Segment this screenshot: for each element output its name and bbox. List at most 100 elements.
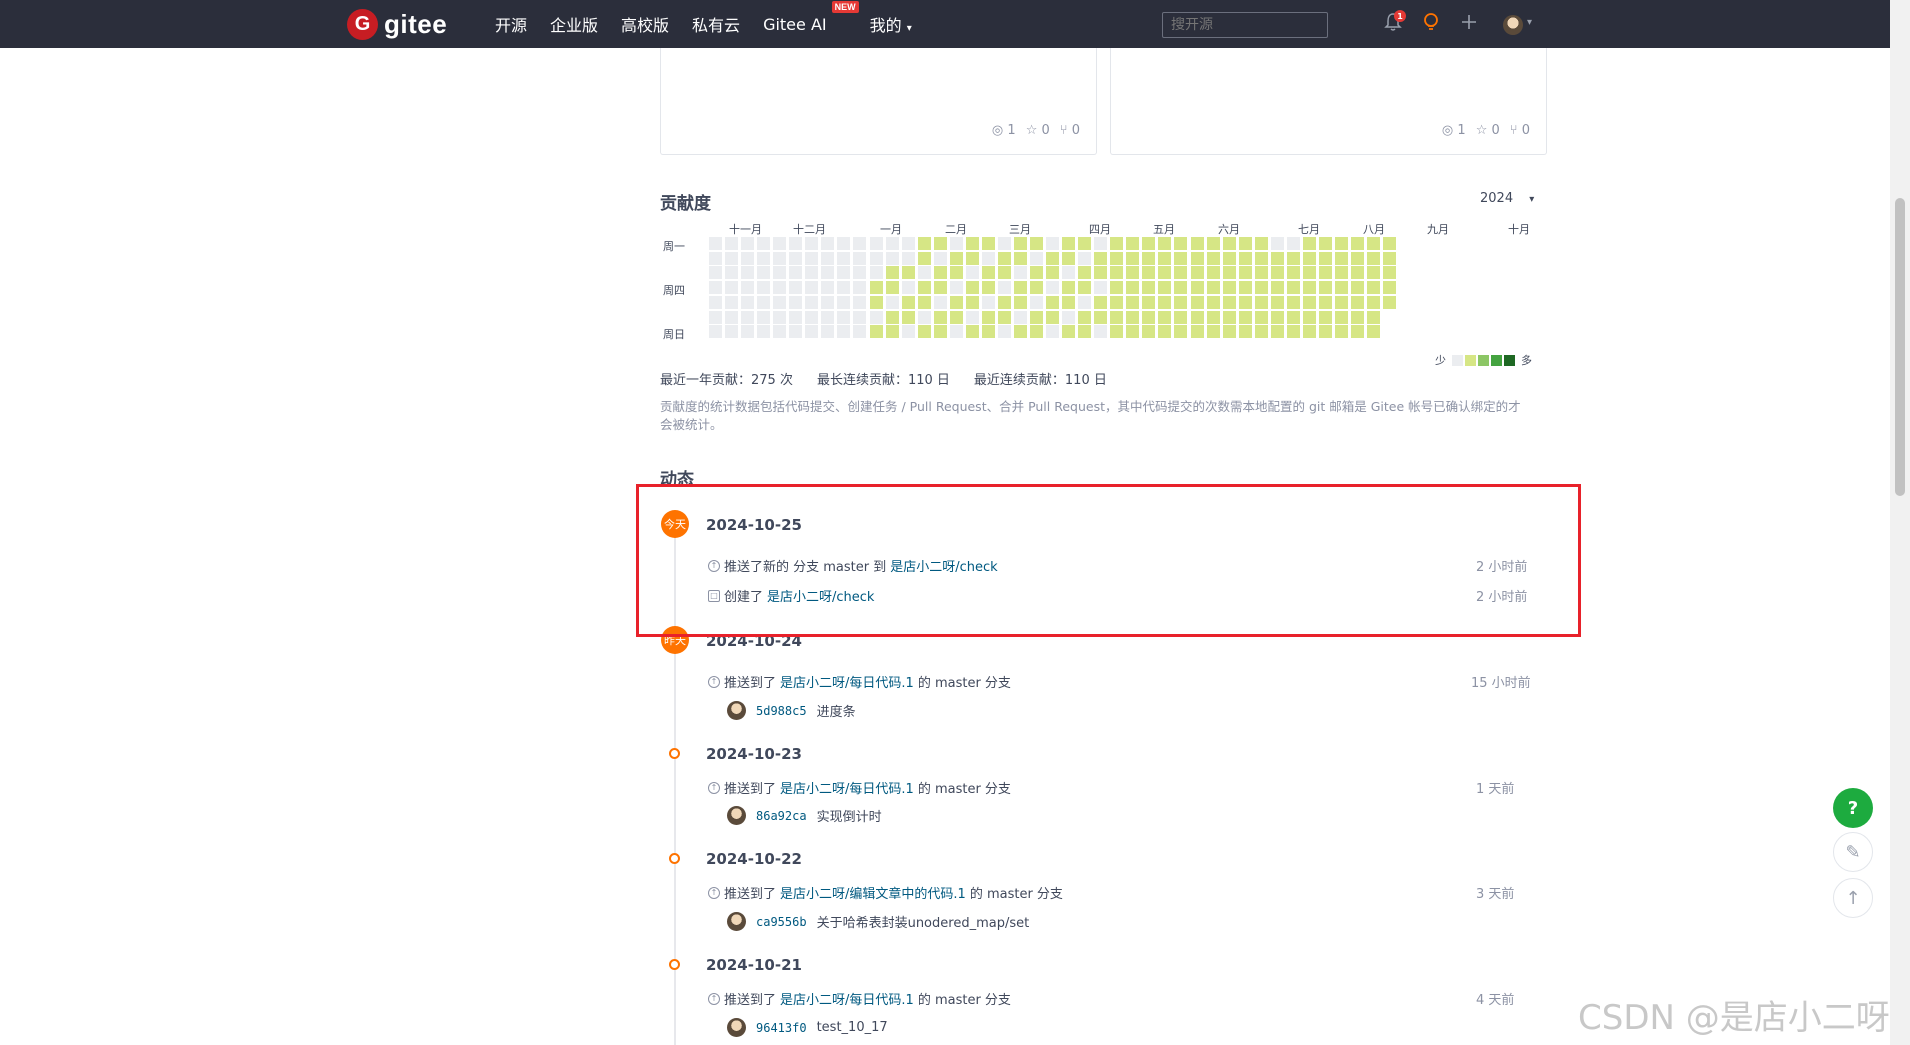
plus-icon[interactable] xyxy=(1460,12,1478,37)
heatmap-cell[interactable] xyxy=(1254,281,1268,295)
heatmap-cell[interactable] xyxy=(981,310,995,324)
heatmap-cell[interactable] xyxy=(917,251,931,265)
heatmap-cell[interactable] xyxy=(1078,237,1092,250)
heatmap-cell[interactable] xyxy=(965,325,979,339)
heatmap-cell[interactable] xyxy=(965,251,979,265)
heatmap-cell[interactable] xyxy=(997,281,1011,295)
heatmap-cell[interactable] xyxy=(741,325,755,339)
heatmap-cell[interactable] xyxy=(1142,281,1156,295)
heatmap-cell[interactable] xyxy=(1030,237,1043,250)
heatmap-cell[interactable] xyxy=(1383,251,1397,265)
heatmap-cell[interactable] xyxy=(1383,266,1397,280)
heatmap-cell[interactable] xyxy=(837,310,851,324)
heatmap-cell[interactable] xyxy=(1367,266,1381,280)
heatmap-cell[interactable] xyxy=(1238,237,1252,250)
heatmap-cell[interactable] xyxy=(869,310,883,324)
heatmap-cell[interactable] xyxy=(1174,266,1188,280)
scrollbar-thumb[interactable] xyxy=(1895,198,1905,496)
heatmap-cell[interactable] xyxy=(837,295,851,309)
heatmap-cell[interactable] xyxy=(1318,325,1332,339)
heatmap-cell[interactable] xyxy=(821,310,835,324)
heatmap-cell[interactable] xyxy=(1046,310,1060,324)
heatmap-cell[interactable] xyxy=(933,266,947,280)
repo-link[interactable]: 是店小二呀/每日代码.1 xyxy=(780,672,914,691)
heatmap-cell[interactable] xyxy=(949,281,963,295)
repo-card[interactable]: ◎ 1 ☆ 0 ⑂ 0 xyxy=(1110,48,1547,155)
heatmap-cell[interactable] xyxy=(1062,266,1076,280)
heatmap-cell[interactable] xyxy=(949,295,963,309)
heatmap-cell[interactable] xyxy=(1367,325,1381,339)
heatmap-cell[interactable] xyxy=(1142,251,1156,265)
heatmap-cell[interactable] xyxy=(1094,310,1108,324)
heatmap-cell[interactable] xyxy=(1270,295,1284,309)
heatmap-cell[interactable] xyxy=(981,251,995,265)
commit-sha-link[interactable]: 86a92ca xyxy=(756,809,807,823)
heatmap-cell[interactable] xyxy=(1286,251,1300,265)
commit-avatar[interactable] xyxy=(727,1018,746,1037)
heatmap-cell[interactable] xyxy=(853,295,867,309)
heatmap-cell[interactable] xyxy=(789,266,803,280)
heatmap-cell[interactable] xyxy=(1222,266,1236,280)
heatmap-cell[interactable] xyxy=(1078,310,1092,324)
heatmap-cell[interactable] xyxy=(741,295,755,309)
heatmap-cell[interactable] xyxy=(885,281,899,295)
heatmap-cell[interactable] xyxy=(1270,281,1284,295)
heatmap-cell[interactable] xyxy=(773,295,787,309)
heatmap-cell[interactable] xyxy=(789,251,803,265)
heatmap-cell[interactable] xyxy=(1030,310,1043,324)
heatmap-cell[interactable] xyxy=(1334,295,1348,309)
heatmap-cell[interactable] xyxy=(725,295,739,309)
heatmap-cell[interactable] xyxy=(1302,281,1316,295)
heatmap-cell[interactable] xyxy=(997,310,1011,324)
heatmap-cell[interactable] xyxy=(821,251,835,265)
heatmap-cell[interactable] xyxy=(757,281,771,295)
heatmap-cell[interactable] xyxy=(885,310,899,324)
commit-sha-link[interactable]: 5d988c5 xyxy=(756,704,807,718)
heatmap-cell[interactable] xyxy=(1351,310,1364,324)
commit-avatar[interactable] xyxy=(727,912,746,931)
heatmap-cell[interactable] xyxy=(1013,251,1027,265)
heatmap-cell[interactable] xyxy=(917,237,931,250)
heatmap-cell[interactable] xyxy=(917,295,931,309)
nav-item-mine[interactable]: 我的 ▾ xyxy=(870,12,912,36)
heatmap-cell[interactable] xyxy=(933,237,947,250)
heatmap-cell[interactable] xyxy=(805,251,819,265)
heatmap-cell[interactable] xyxy=(1110,237,1124,250)
heatmap-cell[interactable] xyxy=(1094,237,1108,250)
heatmap-cell[interactable] xyxy=(1110,295,1124,309)
heatmap-cell[interactable] xyxy=(1046,251,1060,265)
heatmap-cell[interactable] xyxy=(901,295,915,309)
lightbulb-icon[interactable] xyxy=(1422,12,1440,37)
heatmap-cell[interactable] xyxy=(1158,325,1172,339)
heatmap-cell[interactable] xyxy=(709,310,722,324)
heatmap-cell[interactable] xyxy=(1367,237,1381,250)
heatmap-cell[interactable] xyxy=(885,325,899,339)
heatmap-cell[interactable] xyxy=(1013,325,1027,339)
heatmap-cell[interactable] xyxy=(725,325,739,339)
heatmap-cell[interactable] xyxy=(709,295,722,309)
heatmap-cell[interactable] xyxy=(1158,281,1172,295)
heatmap-cell[interactable] xyxy=(1334,325,1348,339)
heatmap-cell[interactable] xyxy=(709,325,722,339)
heatmap-cell[interactable] xyxy=(885,237,899,250)
heatmap-cell[interactable] xyxy=(1270,310,1284,324)
heatmap-cell[interactable] xyxy=(1078,266,1092,280)
heatmap-cell[interactable] xyxy=(1126,237,1140,250)
heatmap-cell[interactable] xyxy=(757,310,771,324)
heatmap-cell[interactable] xyxy=(1190,251,1204,265)
heatmap-cell[interactable] xyxy=(965,295,979,309)
heatmap-cell[interactable] xyxy=(805,295,819,309)
heatmap-cell[interactable] xyxy=(997,295,1011,309)
page-scrollbar[interactable] xyxy=(1890,0,1910,1045)
heatmap-cell[interactable] xyxy=(773,310,787,324)
heatmap-cell[interactable] xyxy=(1222,325,1236,339)
heatmap-cell[interactable] xyxy=(933,325,947,339)
heatmap-cell[interactable] xyxy=(869,325,883,339)
heatmap-cell[interactable] xyxy=(1270,251,1284,265)
heatmap-cell[interactable] xyxy=(1351,266,1364,280)
heatmap-cell[interactable] xyxy=(1190,310,1204,324)
heatmap-cell[interactable] xyxy=(1302,237,1316,250)
heatmap-cell[interactable] xyxy=(1126,310,1140,324)
heatmap-cell[interactable] xyxy=(1238,325,1252,339)
heatmap-cell[interactable] xyxy=(757,325,771,339)
